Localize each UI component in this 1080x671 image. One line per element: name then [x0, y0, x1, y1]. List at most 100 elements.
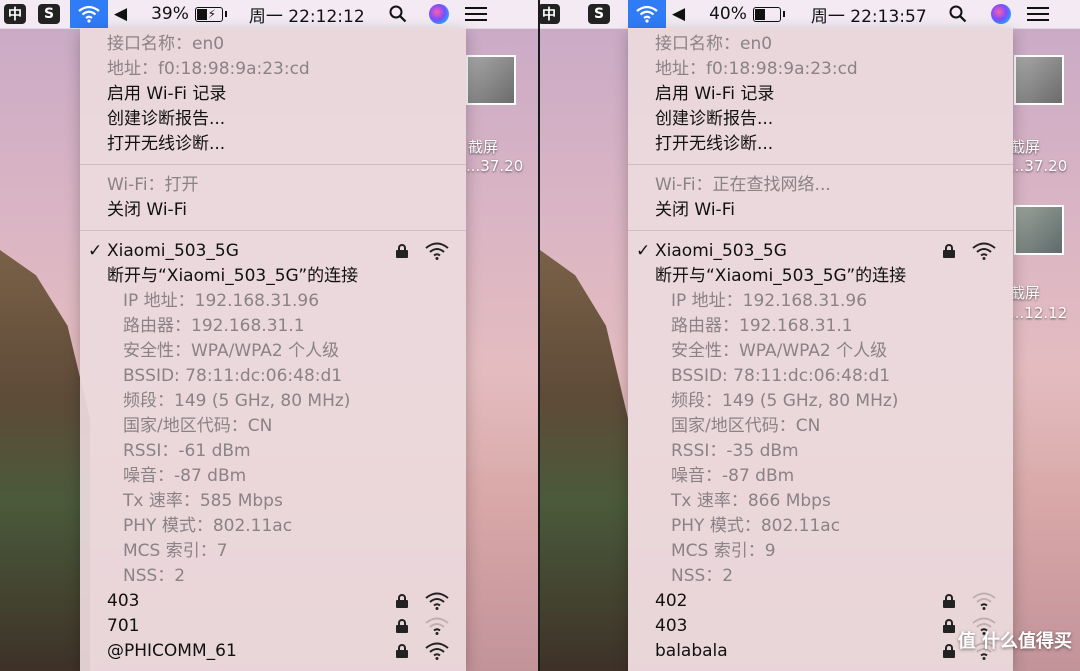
wifi-signal-icon: [972, 242, 996, 260]
wifi-signal-icon: [425, 592, 449, 610]
battery-fill: [196, 8, 207, 20]
available-networks-list: 402 403 balabala: [628, 589, 1013, 664]
network-detail-row: RSSI：-35 dBm: [671, 441, 799, 461]
wifi-dropdown-menu: 接口名称：en0 地址：f0:18:98:9a:23:cd 启用 Wi-Fi 记…: [80, 28, 466, 671]
network-detail-row: 国家/地区代码：CN: [671, 416, 821, 436]
ime-icon[interactable]: 中: [540, 0, 560, 28]
wifi-icon: [78, 5, 100, 23]
app-status-icon[interactable]: S: [588, 0, 610, 28]
network-detail-row: NSS：2: [123, 566, 186, 586]
wifi-network-item[interactable]: 701: [80, 614, 466, 639]
network-detail-row: BSSID: 78:11:dc:06:48:d1: [123, 366, 343, 386]
ime-icon[interactable]: 中: [4, 0, 26, 28]
mac-address: 地址：f0:18:98:9a:23:cd: [655, 59, 858, 79]
menu-separator: [628, 230, 1013, 231]
wifi-signal-icon: [972, 592, 996, 610]
wifi-network-item[interactable]: 402: [628, 589, 1013, 614]
disconnect-network-item[interactable]: 断开与“Xiaomi_503_5G”的连接: [80, 264, 466, 289]
enable-wifi-logging-item[interactable]: 启用 Wi-Fi 记录: [80, 82, 466, 107]
battery-percent: 40%: [709, 4, 747, 24]
wifi-menu-icon[interactable]: [628, 0, 666, 28]
checkmark-icon: ✓: [636, 241, 651, 261]
wifi-network-item[interactable]: 403: [628, 614, 1013, 639]
network-detail-row: MCS 索引：7: [123, 541, 228, 561]
connected-network-item[interactable]: ✓ Xiaomi_503_5G: [628, 239, 1013, 264]
siri-icon[interactable]: [428, 0, 449, 28]
wifi-status: Wi-Fi：正在查找网络...: [655, 175, 831, 195]
volume-icon[interactable]: ◀: [672, 0, 685, 28]
network-detail-row: 国家/地区代码：CN: [123, 416, 273, 436]
network-name: 701: [107, 616, 140, 636]
wifi-network-item[interactable]: balabala: [628, 639, 1013, 664]
open-wireless-diagnostics-item[interactable]: 打开无线诊断...: [80, 132, 466, 157]
network-name: 402: [655, 591, 688, 611]
network-detail-row: RSSI：-61 dBm: [123, 441, 251, 461]
network-detail-row: 路由器：192.168.31.1: [671, 316, 853, 336]
spotlight-search-icon[interactable]: [949, 0, 967, 28]
spotlight-search-icon[interactable]: [389, 0, 407, 28]
menu-bar: 中 S ◀ 39% ⚡ 周一 22:12:12: [0, 0, 538, 29]
network-details: IP 地址：192.168.31.96 路由器：192.168.31.1 安全性：W…: [628, 289, 1013, 589]
network-detail-row: 安全性：WPA/WPA2 个人级: [123, 341, 340, 361]
network-detail-row: 频段：149 (5 GHz, 80 MHz): [123, 391, 351, 411]
desktop-file-label: 截屏: [1010, 284, 1041, 302]
network-detail-row: 安全性：WPA/WPA2 个人级: [671, 341, 888, 361]
lock-icon: [396, 244, 408, 258]
lock-icon: [396, 644, 408, 658]
network-detail-row: 频段：149 (5 GHz, 80 MHz): [671, 391, 899, 411]
notification-center-icon[interactable]: [1026, 0, 1049, 28]
network-detail-row: 噪音：-87 dBm: [671, 466, 795, 486]
screenshot-thumbnail[interactable]: [1014, 205, 1064, 255]
wifi-network-item[interactable]: 403: [80, 589, 466, 614]
network-name: @PHICOMM_61: [107, 641, 237, 661]
turn-wifi-off-item[interactable]: 关闭 Wi-Fi: [80, 198, 466, 223]
lock-icon: [396, 619, 408, 633]
network-detail-row: PHY 模式：802.11ac: [671, 516, 841, 536]
create-diagnostics-report-item[interactable]: 创建诊断报告...: [628, 107, 1013, 132]
wifi-signal-icon: [425, 242, 449, 260]
lock-icon: [943, 594, 955, 608]
battery-icon[interactable]: [747, 0, 785, 28]
desktop-file-label: 截屏: [468, 138, 499, 156]
network-name: balabala: [655, 641, 728, 661]
menu-bar: 中 S ◀ 40% 周一 22:13:57: [540, 0, 1080, 29]
wifi-dropdown-menu: 接口名称：en0 地址：f0:18:98:9a:23:cd 启用 Wi-Fi 记…: [628, 28, 1013, 671]
network-detail-row: IP 地址：192.168.31.96: [123, 291, 320, 311]
lock-icon: [396, 594, 408, 608]
open-wireless-diagnostics-item[interactable]: 打开无线诊断...: [628, 132, 1013, 157]
volume-icon[interactable]: ◀: [114, 0, 127, 28]
screenshot-thumbnail[interactable]: [1014, 55, 1064, 105]
desktop-file-label: ...37.20: [1010, 157, 1068, 175]
app-status-icon[interactable]: S: [38, 0, 60, 28]
network-name: Xiaomi_503_5G: [107, 241, 239, 261]
clock[interactable]: 周一 22:12:12: [249, 0, 365, 28]
network-name: 403: [107, 591, 140, 611]
network-detail-row: PHY 模式：802.11ac: [123, 516, 293, 536]
connected-network-item[interactable]: ✓ Xiaomi_503_5G: [80, 239, 466, 264]
wifi-menu-icon[interactable]: [70, 0, 108, 28]
notification-center-icon[interactable]: [464, 0, 487, 28]
enable-wifi-logging-item[interactable]: 启用 Wi-Fi 记录: [628, 82, 1013, 107]
screenshot-thumbnail[interactable]: [466, 55, 516, 105]
menu-separator: [628, 164, 1013, 165]
lock-icon: [943, 619, 955, 633]
menu-separator: [80, 164, 466, 165]
lock-icon: [943, 644, 955, 658]
menu-separator: [80, 230, 466, 231]
wifi-signal-icon: [425, 642, 449, 660]
disconnect-network-item[interactable]: 断开与“Xiaomi_503_5G”的连接: [628, 264, 1013, 289]
clock[interactable]: 周一 22:13:57: [811, 0, 927, 28]
desktop-file-label: 截屏: [1010, 138, 1041, 156]
network-name: Xiaomi_503_5G: [655, 241, 787, 261]
battery-fill: [754, 8, 766, 20]
turn-wifi-off-item[interactable]: 关闭 Wi-Fi: [628, 198, 1013, 223]
siri-icon[interactable]: [990, 0, 1011, 28]
wifi-network-item[interactable]: @PHICOMM_61: [80, 639, 466, 664]
wifi-icon: [636, 5, 658, 23]
watermark-logo: 值 什么值得买: [957, 631, 1072, 652]
network-detail-row: NSS：2: [671, 566, 734, 586]
create-diagnostics-report-item[interactable]: 创建诊断报告...: [80, 107, 466, 132]
battery-icon[interactable]: ⚡: [189, 0, 227, 28]
network-detail-row: 噪音：-87 dBm: [123, 466, 247, 486]
network-details: IP 地址：192.168.31.96 路由器：192.168.31.1 安全性：W…: [80, 289, 466, 589]
